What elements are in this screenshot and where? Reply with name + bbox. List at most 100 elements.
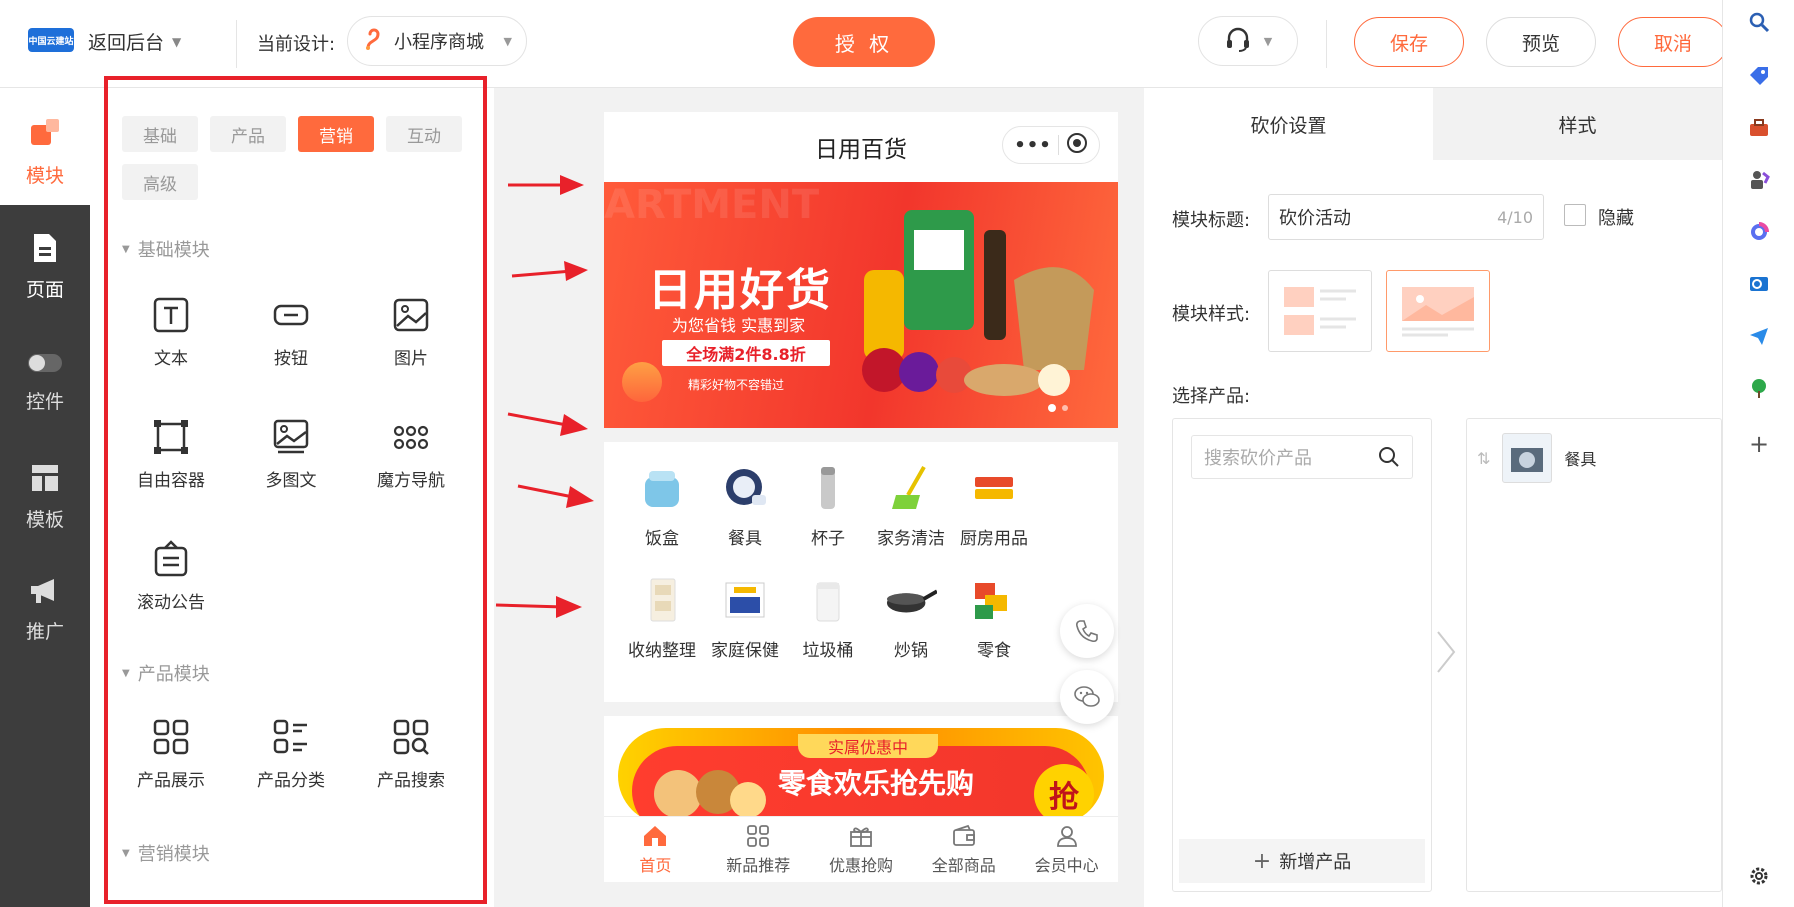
style-option-list[interactable] (1268, 270, 1372, 352)
add-icon[interactable]: + (1747, 430, 1771, 458)
search-icon[interactable] (1747, 10, 1771, 34)
decor-circle (622, 362, 662, 402)
select-product-label: 选择产品: (1172, 386, 1251, 407)
component-scrolling-notice[interactable]: 滚动公告 (116, 540, 226, 613)
gear-icon[interactable] (1747, 864, 1771, 888)
tab-home[interactable]: 首页 (604, 817, 707, 882)
wechat-button[interactable] (1060, 670, 1114, 724)
tab-advanced[interactable]: 高级 (122, 164, 198, 200)
component-label: 产品搜索 (377, 771, 445, 791)
nav-item-module[interactable]: 模块 (0, 116, 90, 188)
section-label: 营销模块 (137, 844, 210, 865)
customer-service-button[interactable]: ▼ (1198, 16, 1298, 66)
component-label: 魔方导航 (377, 471, 445, 491)
tab-all-products[interactable]: 全部商品 (912, 817, 1015, 882)
component-text[interactable]: 文本 (116, 296, 226, 369)
tab-style[interactable]: 样式 (1433, 88, 1722, 160)
drag-handle-icon[interactable]: ⇅ (1477, 449, 1490, 468)
current-design-label: 当前设计: (257, 34, 336, 55)
mini-program-capsule[interactable]: ••• (1002, 126, 1100, 164)
nav-item-template[interactable]: 模板 (0, 462, 90, 532)
hide-checkbox[interactable] (1564, 204, 1586, 226)
tab-basic[interactable]: 基础 (122, 116, 198, 152)
send-icon[interactable] (1747, 324, 1771, 348)
section-product-title[interactable]: ▼ 产品模块 (122, 660, 210, 686)
component-product-display[interactable]: 产品展示 (116, 718, 226, 791)
component-label: 产品展示 (137, 771, 205, 791)
megaphone-icon (28, 576, 62, 611)
selected-product-item[interactable]: ⇅ 餐具 (1477, 433, 1596, 483)
chevron-down-icon: ▼ (1263, 34, 1273, 48)
more-icon: ••• (1014, 134, 1052, 156)
bargain-product-search[interactable]: 搜索砍价产品 (1191, 435, 1413, 479)
tag-icon[interactable] (1747, 64, 1771, 88)
component-multi-image-text[interactable]: 多图文 (236, 418, 346, 491)
nav-label: 页面 (25, 279, 64, 301)
tab-bargain-settings[interactable]: 砍价设置 (1144, 88, 1433, 160)
kitchen-supplies-icon (968, 462, 1020, 514)
phone-icon (1076, 620, 1098, 643)
template-icon (29, 462, 61, 499)
banner-carousel[interactable]: ARTMENT 日用好货 为您省钱 实惠到家 全场满2件8.8折 精彩好物不容错… (604, 182, 1118, 428)
section-basic-title[interactable]: ▼ 基础模块 (122, 236, 210, 262)
component-free-container[interactable]: 自由容器 (116, 418, 226, 491)
carousel-dots[interactable] (1048, 404, 1068, 412)
dots-grid-icon (393, 425, 429, 450)
authorize-button[interactable]: 授 权 (793, 17, 935, 67)
style-option-card[interactable] (1386, 270, 1490, 352)
nav-item-widget[interactable]: 控件 (0, 350, 90, 414)
cancel-button[interactable]: 取消 (1618, 17, 1728, 67)
component-product-category[interactable]: 产品分类 (236, 718, 346, 791)
category-item[interactable]: 厨房用品 (944, 462, 1044, 549)
bottom-tab-bar: 首页 新品推荐 优惠抢购 全部商品 会员中心 (604, 816, 1118, 882)
tab-new-products[interactable]: 新品推荐 (707, 817, 810, 882)
chess-icon[interactable] (1747, 168, 1771, 192)
tab-label: 优惠抢购 (828, 855, 893, 875)
tree-icon[interactable] (1747, 376, 1771, 400)
component-image[interactable]: 图片 (356, 296, 466, 369)
tab-product[interactable]: 产品 (210, 116, 286, 152)
back-to-admin-button[interactable]: 返回后台 ▼ (88, 28, 181, 55)
phone-call-button[interactable] (1060, 604, 1114, 658)
search-icon (1379, 447, 1399, 467)
nav-item-page[interactable]: 页面 (0, 232, 90, 302)
component-product-search[interactable]: 产品搜索 (356, 718, 466, 791)
spacer (604, 702, 1118, 716)
component-magic-nav[interactable]: 魔方导航 (356, 418, 466, 491)
phone-preview: 日用百货 ••• ARTMENT 日用好货 为您省钱 实惠到家 全场满2件8.8… (604, 112, 1118, 882)
copilot-icon[interactable] (1747, 220, 1771, 244)
chevron-right-icon[interactable] (1434, 628, 1458, 680)
nav-item-promote[interactable]: 推广 (0, 576, 90, 644)
promo-top-label: 实属优惠中 (798, 734, 938, 758)
component-label: 自由容器 (137, 471, 205, 491)
logo: 中国云建站 (28, 28, 74, 52)
toolbox-icon[interactable] (1747, 116, 1771, 140)
save-button[interactable]: 保存 (1354, 17, 1464, 67)
design-selector[interactable]: 小程序商城 ▼ (347, 16, 527, 66)
promo-banner[interactable]: 实属优惠中 零食欢乐抢先购 抢 (618, 728, 1104, 824)
tab-deals[interactable]: 优惠抢购 (810, 817, 913, 882)
tab-member-center[interactable]: 会员中心 (1015, 817, 1118, 882)
grid-icon (747, 824, 770, 847)
spacer (604, 428, 1118, 442)
tab-interaction[interactable]: 互动 (386, 116, 462, 152)
add-product-button[interactable]: + 新增产品 (1179, 839, 1425, 883)
gift-icon (850, 827, 872, 847)
image-icon (393, 298, 429, 332)
category-label: 零食 (977, 641, 1011, 661)
module-title-input[interactable]: 砍价活动 4/10 (1268, 194, 1544, 240)
outlook-icon[interactable] (1747, 272, 1771, 296)
category-item[interactable]: 零食 (944, 574, 1044, 661)
component-button[interactable]: 按钮 (236, 296, 346, 369)
left-nav-dark (0, 205, 90, 907)
browser-sidebar: + (1722, 0, 1794, 907)
divider (1326, 20, 1327, 68)
divider (236, 20, 237, 68)
list-layout-icon (1284, 287, 1356, 335)
tab-marketing[interactable]: 营销 (298, 116, 374, 152)
page-icon (30, 232, 60, 269)
nav-label: 模块 (25, 165, 64, 187)
section-marketing-title[interactable]: ▼ 营销模块 (122, 840, 210, 866)
preview-button[interactable]: 预览 (1486, 17, 1596, 67)
category-label: 垃圾桶 (802, 641, 854, 661)
